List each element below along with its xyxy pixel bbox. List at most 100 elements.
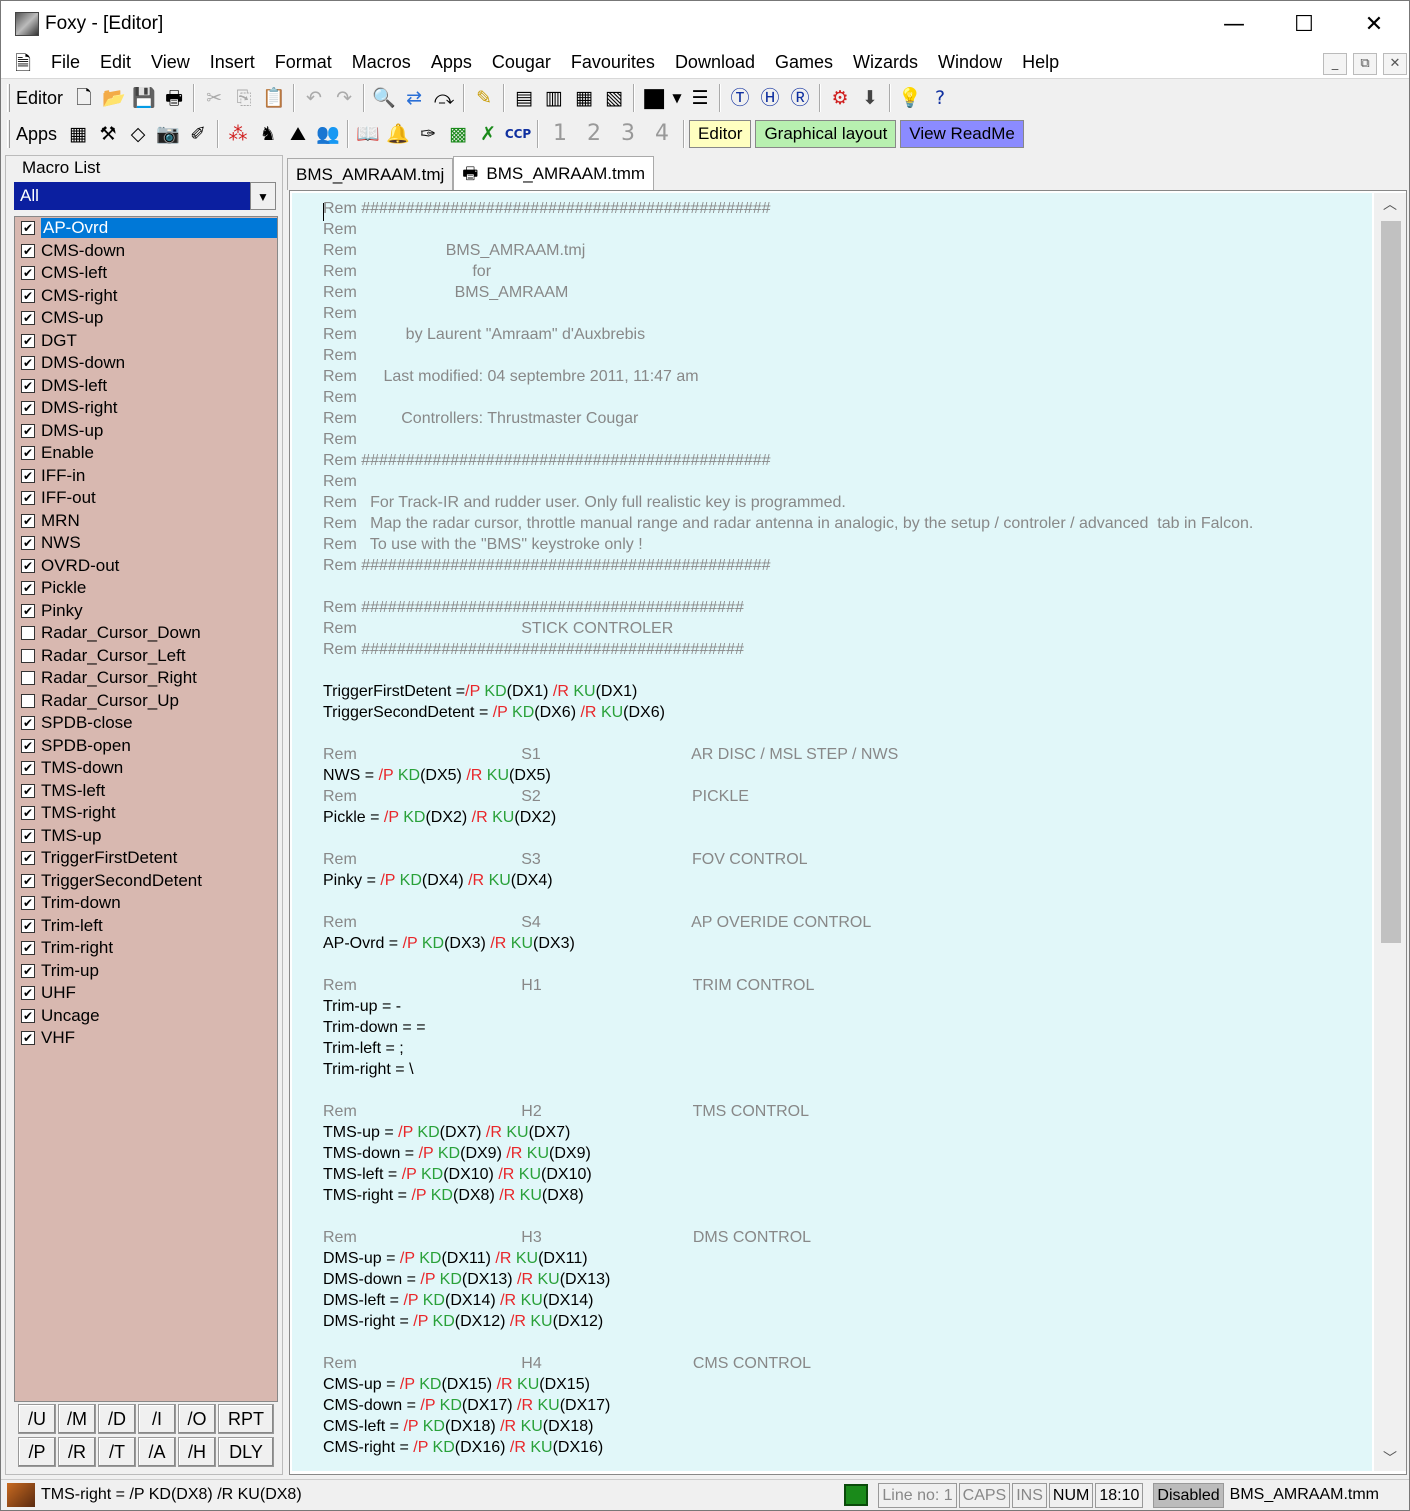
tip-icon[interactable]: 💡 — [895, 83, 925, 113]
checkbox[interactable]: ✔ — [21, 828, 35, 843]
checkbox[interactable]: ✔ — [21, 738, 35, 753]
app-paint-icon[interactable]: ✐ — [183, 119, 213, 149]
vertical-scrollbar[interactable]: ︿ ﹀ — [1374, 193, 1406, 1471]
new-macro-icon[interactable]: ✎ — [469, 83, 499, 113]
list-item[interactable]: ✔ TMS-right — [15, 802, 277, 825]
checkbox[interactable]: ✔ — [21, 716, 35, 731]
list-item[interactable]: ✔ OVRD-out — [15, 555, 277, 578]
insert-a-button[interactable]: /A — [138, 1437, 176, 1467]
tmj-view-icon[interactable]: ▤ — [509, 83, 539, 113]
list-item[interactable]: ✔ CMS-down — [15, 240, 277, 263]
app-landscape-icon[interactable]: ⛰ — [283, 119, 313, 149]
list-item[interactable]: ✔ DMS-left — [15, 375, 277, 398]
minimize-button[interactable]: — — [1199, 1, 1269, 47]
code-editor[interactable]: Rem ####################################… — [289, 190, 1407, 1475]
app-eraser-icon[interactable]: ◇ — [123, 119, 153, 149]
replace-icon[interactable]: ⇄ — [399, 83, 429, 113]
list-item[interactable]: ✔ DMS-right — [15, 397, 277, 420]
menu-download[interactable]: Download — [665, 52, 765, 73]
list-item[interactable]: ✔ IFF-in — [15, 465, 277, 488]
list-item[interactable]: ✔ TriggerSecondDetent — [15, 870, 277, 893]
checkbox[interactable]: ✔ — [21, 806, 35, 821]
mdi-close-icon[interactable]: ✕ — [1383, 53, 1407, 75]
checkbox[interactable] — [21, 648, 35, 663]
redo-icon[interactable]: ↷ — [329, 83, 359, 113]
list-item[interactable]: ✔ Trim-right — [15, 937, 277, 960]
list-item[interactable]: ✔ Trim-down — [15, 892, 277, 915]
tab-tmj[interactable]: BMS_AMRAAM.tmj — [287, 158, 454, 190]
help-view-icon[interactable]: ▦ — [569, 83, 599, 113]
close-button[interactable]: ✕ — [1339, 1, 1409, 47]
checkbox[interactable] — [21, 626, 35, 641]
checkbox[interactable]: ✔ — [21, 1008, 35, 1023]
chevron-down-icon[interactable]: ▼ — [250, 182, 276, 210]
checkbox[interactable]: ✔ — [21, 603, 35, 618]
checkbox[interactable]: ✔ — [21, 896, 35, 911]
list-item[interactable]: ✔ AP-Ovrd — [15, 217, 277, 240]
insert-m-button[interactable]: /M — [58, 1404, 96, 1434]
checkbox[interactable]: ✔ — [21, 491, 35, 506]
checkbox[interactable]: ✔ — [21, 783, 35, 798]
app-pen-icon[interactable]: ✑ — [413, 119, 443, 149]
checkbox[interactable]: ✔ — [21, 288, 35, 303]
list-item[interactable]: Radar_Cursor_Up — [15, 690, 277, 713]
checkbox[interactable]: ✔ — [21, 873, 35, 888]
slot-2-button[interactable]: 2 — [577, 119, 611, 149]
insert-rpt-button[interactable]: RPT — [218, 1404, 274, 1434]
insert-p-button[interactable]: /P — [18, 1437, 56, 1467]
checkbox[interactable]: ✔ — [21, 851, 35, 866]
print-icon[interactable]: 🖶 — [159, 83, 189, 113]
checkbox[interactable]: ✔ — [21, 266, 35, 281]
insert-d-button[interactable]: /D — [98, 1404, 136, 1434]
checkbox[interactable] — [21, 693, 35, 708]
insert-o-button[interactable]: /O — [178, 1404, 216, 1434]
insert-u-button[interactable]: /U — [18, 1404, 56, 1434]
app-dice-icon[interactable]: ⁂ — [223, 119, 253, 149]
list-item[interactable]: ✔ CMS-left — [15, 262, 277, 285]
app-camera-icon[interactable]: 📷 — [153, 119, 183, 149]
app-bell-icon[interactable]: 🔔 — [383, 119, 413, 149]
list-item[interactable]: ✔ IFF-out — [15, 487, 277, 510]
app-grid-icon[interactable]: ▩ — [443, 119, 473, 149]
list-item[interactable]: ✔ DGT — [15, 330, 277, 353]
app-x-icon[interactable]: ✗ — [473, 119, 503, 149]
insert-i-button[interactable]: /I — [138, 1404, 176, 1434]
tab-tmm[interactable]: 🖶 BMS_AMRAAM.tmm — [453, 156, 655, 190]
list-item[interactable]: ✔ Trim-left — [15, 915, 277, 938]
app-ccp-icon[interactable]: CCP — [503, 119, 533, 149]
checkbox[interactable]: ✔ — [21, 963, 35, 978]
menu-favourites[interactable]: Favourites — [561, 52, 665, 73]
menu-format[interactable]: Format — [265, 52, 342, 73]
macro-filter-select[interactable]: All ▼ — [14, 182, 276, 210]
open-folder-icon[interactable]: 📂 — [99, 83, 129, 113]
scroll-thumb[interactable] — [1381, 221, 1401, 943]
color-picker-icon[interactable]: ■ — [639, 83, 669, 113]
insert-r-button[interactable]: /R — [58, 1437, 96, 1467]
maximize-button[interactable]: ☐ — [1269, 1, 1339, 47]
menu-apps[interactable]: Apps — [421, 52, 482, 73]
checkbox[interactable]: ✔ — [21, 986, 35, 1001]
checkbox[interactable]: ✔ — [21, 378, 35, 393]
list-item[interactable]: ✔ CMS-right — [15, 285, 277, 308]
menu-file[interactable]: File — [41, 52, 90, 73]
toolbar-grip[interactable] — [7, 120, 10, 148]
list-item[interactable]: ✔ NWS — [15, 532, 277, 555]
t-circle-icon[interactable]: Ⓣ — [725, 83, 755, 113]
checkbox[interactable]: ✔ — [21, 333, 35, 348]
mdi-restore-icon[interactable]: ⧉ — [1353, 53, 1377, 75]
mdi-minimize-icon[interactable]: _ — [1323, 53, 1347, 75]
checkbox[interactable]: ✔ — [21, 558, 35, 573]
find-icon[interactable]: 🔍 — [369, 83, 399, 113]
download-icon[interactable]: ⬇ — [855, 83, 885, 113]
code-area[interactable]: Rem ####################################… — [292, 193, 1372, 1471]
find-next-icon[interactable]: ⤼ — [429, 83, 459, 113]
menu-view[interactable]: View — [141, 52, 200, 73]
checkbox[interactable] — [21, 671, 35, 686]
menu-window[interactable]: Window — [928, 52, 1012, 73]
menu-help[interactable]: Help — [1012, 52, 1069, 73]
checkbox[interactable]: ✔ — [21, 513, 35, 528]
scroll-up-icon[interactable]: ︿ — [1374, 193, 1406, 217]
list-item[interactable]: ✔ Pinky — [15, 600, 277, 623]
list-item[interactable]: ✔ MRN — [15, 510, 277, 533]
slot-3-button[interactable]: 3 — [611, 119, 645, 149]
